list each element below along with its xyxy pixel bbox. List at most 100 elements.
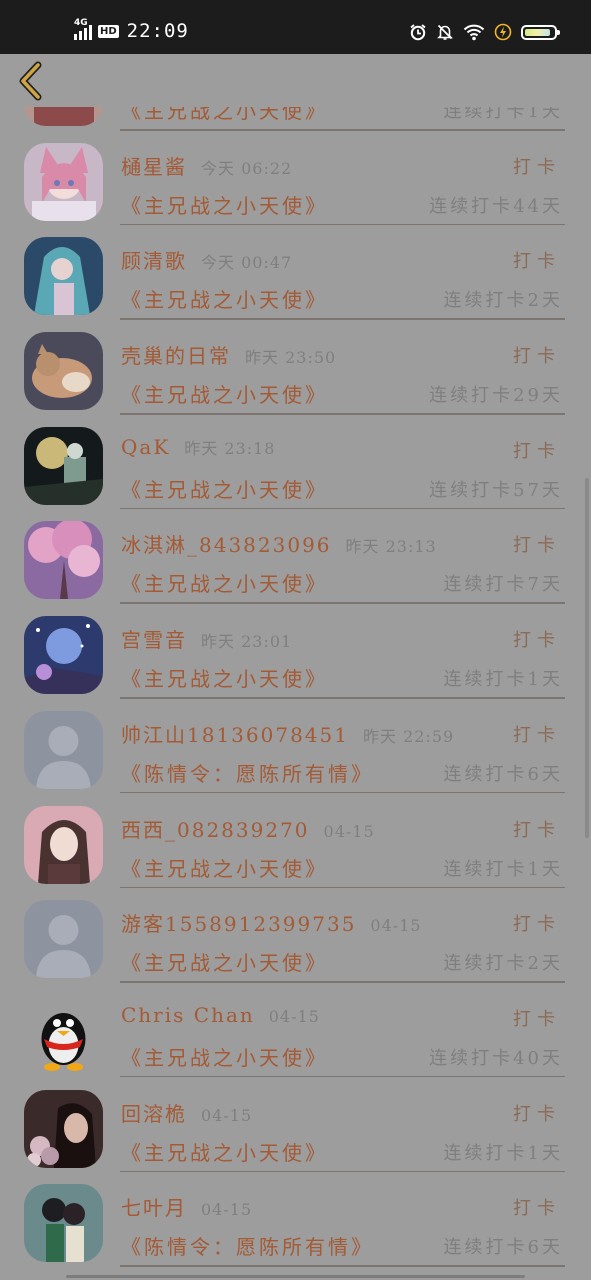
checkin-label: 打卡 xyxy=(513,535,561,557)
list-item[interactable]: 宫雪音 昨天 23:01 打卡 《主兄战之小天使》 连续打卡1天 xyxy=(0,606,591,701)
back-button[interactable] xyxy=(14,60,48,102)
book-title[interactable]: 《陈情令：愿陈所有情》 xyxy=(121,1231,374,1260)
illustrated-girl-avatar-icon[interactable] xyxy=(24,805,103,884)
status-left: 4G HD 22:09 xyxy=(74,18,189,44)
starry-sky-avatar-icon[interactable] xyxy=(24,616,103,695)
streak-text: 连续打卡1天 xyxy=(443,669,563,691)
home-indicator xyxy=(66,1275,525,1278)
row-divider xyxy=(120,791,565,794)
user-name[interactable]: Chris Chan xyxy=(121,1003,255,1027)
user-name[interactable]: 樋星酱 xyxy=(121,151,187,180)
book-title[interactable]: 《主兄战之小天使》 xyxy=(121,190,328,219)
user-name[interactable]: 顾清歌 xyxy=(121,245,187,274)
book-title[interactable]: 《主兄战之小天使》 xyxy=(121,853,328,882)
penguin-avatar-icon[interactable] xyxy=(24,994,103,1073)
name-line: QaK 昨天 23:18 xyxy=(121,435,391,459)
user-name[interactable]: 回溶桅 xyxy=(121,1098,187,1127)
default-avatar-icon[interactable] xyxy=(24,900,103,979)
anime-girl-avatar-icon[interactable] xyxy=(24,237,103,316)
checkin-label: 打卡 xyxy=(513,630,561,652)
list-item[interactable]: QaK 昨天 23:18 打卡 《主兄战之小天使》 连续打卡57天 xyxy=(0,417,591,512)
list-item[interactable]: 壳巢的日常 昨天 23:50 打卡 《主兄战之小天使》 连续打卡29天 xyxy=(0,322,591,417)
row-divider xyxy=(120,886,565,889)
list-item[interactable]: Chris Chan 04-15 打卡 《主兄战之小天使》 连续打卡40天 xyxy=(0,985,591,1080)
user-name[interactable]: 七叶月 xyxy=(121,1192,187,1221)
user-name[interactable]: 游客1558912399735 xyxy=(121,908,356,937)
checkin-time: 今天 00:47 xyxy=(201,253,293,273)
user-name[interactable]: 帅江山18136078451 xyxy=(121,719,349,748)
list-item[interactable]: 七叶月 04-15 打卡 《陈情令：愿陈所有情》 连续打卡6天 xyxy=(0,1174,591,1269)
book-title[interactable]: 《主兄战之小天使》 xyxy=(121,663,328,692)
list-item[interactable]: 游客1558912399735 04-15 打卡 《主兄战之小天使》 连续打卡2… xyxy=(0,890,591,985)
wifi-icon xyxy=(463,24,485,41)
row-divider xyxy=(120,223,565,226)
charging-icon xyxy=(494,23,512,41)
book-title[interactable]: 《主兄战之小天使》 xyxy=(121,568,328,597)
user-name[interactable]: QaK xyxy=(121,435,170,459)
name-line: 樋星酱 今天 06:22 xyxy=(121,151,391,180)
book-title[interactable]: 《主兄战之小天使》 xyxy=(121,1137,328,1166)
book-title[interactable]: 《主兄战之小天使》 xyxy=(121,947,328,976)
battery-icon xyxy=(521,24,560,40)
list-item[interactable]: 冰淇淋_843823096 昨天 23:13 打卡 《主兄战之小天使》 连续打卡… xyxy=(0,511,591,606)
girl-with-flowers-avatar-icon[interactable] xyxy=(24,1089,103,1168)
list-item[interactable]: 回溶桅 04-15 打卡 《主兄战之小天使》 连续打卡1天 xyxy=(0,1080,591,1175)
user-name[interactable]: 宫雪音 xyxy=(121,624,187,653)
status-bar: 4G HD 22:09 xyxy=(0,0,591,54)
anime-couple-avatar-icon[interactable] xyxy=(24,1184,103,1263)
row-divider xyxy=(120,1265,565,1267)
checkin-time: 昨天 23:13 xyxy=(345,537,437,557)
name-line: 西西_082839270 04-15 xyxy=(121,814,391,843)
row-divider xyxy=(120,1170,565,1173)
row-divider xyxy=(120,602,565,605)
streak-text: 连续打卡7天 xyxy=(443,574,563,596)
user-name[interactable]: 西西_082839270 xyxy=(121,814,310,843)
book-title[interactable]: 《主兄战之小天使》 xyxy=(121,1042,328,1071)
anime-avatar-icon[interactable] xyxy=(24,107,103,126)
row-divider xyxy=(120,981,565,983)
streak-text: 连续打卡44天 xyxy=(429,195,563,217)
list-item[interactable]: 打卡 《主兄战之小天使》 连续打卡1天 xyxy=(0,107,591,133)
book-title[interactable]: 《主兄战之小天使》 xyxy=(121,107,328,124)
name-line: 壳巢的日常 昨天 23:50 xyxy=(121,340,391,369)
checkin-label: 打卡 xyxy=(513,251,561,273)
name-line: Chris Chan 04-15 xyxy=(121,1003,391,1027)
checkin-time: 04-15 xyxy=(268,1006,320,1026)
cherry-blossom-avatar-icon[interactable] xyxy=(24,521,103,600)
book-title[interactable]: 《主兄战之小天使》 xyxy=(121,474,328,503)
streak-text: 连续打卡1天 xyxy=(443,858,563,880)
anime-cat-girl-avatar-icon[interactable] xyxy=(24,142,103,221)
list-item[interactable]: 樋星酱 今天 06:22 打卡 《主兄战之小天使》 连续打卡44天 xyxy=(0,133,591,228)
user-name[interactable]: 壳巢的日常 xyxy=(121,340,231,369)
user-name[interactable]: 冰淇淋_843823096 xyxy=(121,529,332,558)
checkin-list[interactable]: 打卡 《主兄战之小天使》 连续打卡1天 樋星酱 今天 06:22 打卡 《主兄战… xyxy=(0,107,591,1280)
name-line: 宫雪音 昨天 23:01 xyxy=(121,624,391,653)
checkin-label: 打卡 xyxy=(513,1198,561,1220)
row-divider xyxy=(120,318,565,320)
row-divider xyxy=(120,1075,565,1078)
scrollbar[interactable] xyxy=(585,478,589,838)
name-line: 七叶月 04-15 xyxy=(121,1192,391,1221)
cat-avatar-icon[interactable] xyxy=(24,332,103,411)
book-title[interactable]: 《主兄战之小天使》 xyxy=(121,284,328,313)
checkin-label: 打卡 xyxy=(513,156,561,178)
list-item[interactable]: 帅江山18136078451 昨天 22:59 打卡 《陈情令：愿陈所有情》 连… xyxy=(0,701,591,796)
book-title[interactable]: 《主兄战之小天使》 xyxy=(121,379,328,408)
checkin-time: 04-15 xyxy=(201,1105,253,1125)
checkin-time: 04-15 xyxy=(370,916,422,936)
checkin-time: 今天 06:22 xyxy=(201,158,293,178)
checkin-time: 04-15 xyxy=(323,821,375,841)
streak-text: 连续打卡57天 xyxy=(429,479,563,501)
default-avatar-icon[interactable] xyxy=(24,710,103,789)
name-line: 游客1558912399735 04-15 xyxy=(121,908,421,937)
name-line: 帅江山18136078451 昨天 22:59 xyxy=(121,719,453,748)
book-title[interactable]: 《陈情令：愿陈所有情》 xyxy=(121,758,374,787)
checkin-time: 04-15 xyxy=(201,1200,253,1220)
list-item[interactable]: 西西_082839270 04-15 打卡 《主兄战之小天使》 连续打卡1天 xyxy=(0,796,591,891)
name-line: 顾清歌 今天 00:47 xyxy=(121,245,391,274)
night-scene-avatar-icon[interactable] xyxy=(24,426,103,505)
streak-text: 连续打卡40天 xyxy=(429,1047,563,1069)
list-item[interactable]: 顾清歌 今天 00:47 打卡 《主兄战之小天使》 连续打卡2天 xyxy=(0,227,591,322)
streak-text: 连续打卡6天 xyxy=(443,1237,563,1259)
checkin-label: 打卡 xyxy=(513,914,561,936)
